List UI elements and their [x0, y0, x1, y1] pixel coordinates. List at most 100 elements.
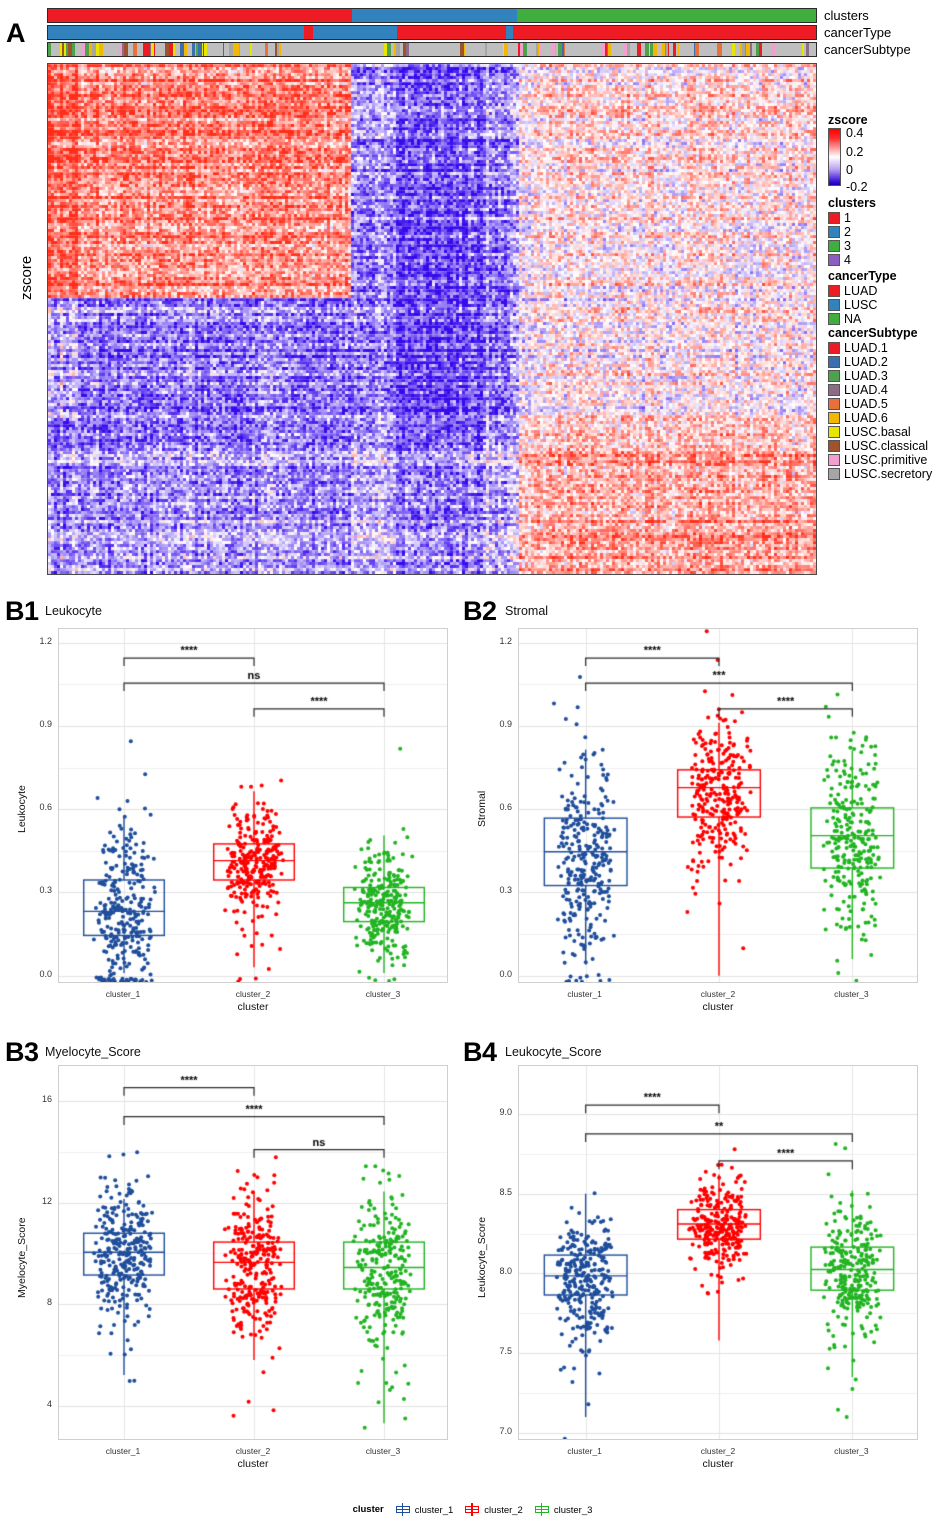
legend-item: LUAD.4	[828, 384, 888, 397]
legend-item: 2	[828, 226, 851, 239]
legend-item: 4	[828, 254, 851, 267]
annotation-segment	[541, 43, 548, 56]
zscore-tick-3: -0.2	[846, 180, 868, 194]
legend-item-label: LUAD.3	[844, 369, 888, 383]
annotation-segment	[487, 43, 497, 56]
legend-item-label: 1	[844, 211, 851, 225]
legend-item: LUSC	[828, 299, 877, 312]
legend-item: LUSC.basal	[828, 426, 911, 439]
legend-swatch	[828, 342, 840, 354]
annotation-segment	[775, 43, 782, 56]
annotation-segment	[48, 9, 353, 22]
heatmap-y-axis-label: zscore	[18, 255, 35, 300]
legend-item-label: LUSC.primitive	[844, 453, 928, 467]
annotation-segment	[809, 43, 816, 56]
legend-swatch	[828, 384, 840, 396]
annotation-segment	[444, 43, 452, 56]
legend-item: LUAD	[828, 285, 877, 298]
x-axis-tick: cluster_2	[235, 1446, 271, 1456]
annotation-label-cancertype: cancerType	[824, 25, 892, 40]
y-axis-tick: 0.3	[39, 885, 52, 896]
legend-item: NA	[828, 313, 861, 326]
x-axis-tick: cluster_3	[365, 1446, 401, 1456]
annotation-segment	[683, 43, 692, 56]
annotation-track-cancersubtype	[47, 42, 817, 57]
annotation-segment	[268, 43, 275, 56]
legend-item-label: LUSC.basal	[844, 425, 911, 439]
annotation-segment	[333, 43, 343, 56]
legend-swatch	[828, 254, 840, 266]
y-axis-tick: 16	[41, 1094, 52, 1105]
y-axis-tick: 9.0	[499, 1106, 512, 1117]
y-axis-tick: 1.2	[499, 635, 512, 646]
legend-item-label: LUAD.6	[844, 411, 888, 425]
bottom-legend-key	[394, 1503, 412, 1516]
panel-b3-letter: B3	[5, 1037, 39, 1067]
annotation-segment	[527, 43, 536, 56]
annotation-segment	[207, 43, 216, 56]
annotation-track-cancertype	[47, 25, 817, 40]
annotation-segment	[568, 43, 577, 56]
annotation-segment	[356, 43, 364, 56]
y-axis-tick: 7.5	[499, 1346, 512, 1357]
legend-swatch	[828, 454, 840, 466]
annotation-segment	[517, 9, 816, 22]
legend-item: LUAD.1	[828, 342, 888, 355]
legend-item-label: LUSC.classical	[844, 439, 929, 453]
boxplot-canvas	[59, 1066, 447, 1439]
y-axis-tick: 8	[46, 1297, 52, 1308]
legend-swatch	[828, 313, 840, 325]
x-axis-tick: cluster_3	[834, 1446, 869, 1456]
legend-swatch	[828, 356, 840, 368]
legend-item-label: LUAD	[844, 284, 878, 298]
annotation-segment	[699, 43, 706, 56]
annotation-segment	[611, 43, 618, 56]
annotation-segment	[343, 43, 352, 56]
legend-item: LUAD.3	[828, 370, 888, 383]
annotation-segment	[397, 26, 507, 39]
legend-item-label: NA	[844, 312, 862, 326]
bottom-legend-item: cluster_2	[463, 1503, 523, 1516]
annotation-segment	[506, 26, 514, 39]
plot-area	[518, 628, 918, 983]
legend-swatch	[828, 370, 840, 382]
y-axis-tick: 0.9	[39, 719, 52, 730]
y-axis-tick: 0.0	[499, 968, 512, 979]
legend-item-label: 4	[844, 253, 851, 267]
x-axis-tick: cluster_2	[700, 1446, 736, 1456]
legend-swatch	[828, 468, 840, 480]
annotation-segment	[473, 43, 480, 56]
panel-a-letter: A	[6, 18, 26, 48]
annotation-segment	[252, 43, 259, 56]
legend-swatch	[828, 226, 840, 238]
annotation-segment	[424, 43, 432, 56]
annotation-segment	[293, 43, 300, 56]
x-axis-tick: cluster_1	[105, 989, 141, 999]
annotation-segment	[242, 43, 250, 56]
legend-item-label: LUAD.2	[844, 355, 888, 369]
legend-item: LUAD.2	[828, 356, 888, 369]
x-axis-tick: cluster_3	[365, 989, 401, 999]
x-axis-tick: cluster_2	[700, 989, 736, 999]
x-axis-label: cluster	[702, 1001, 734, 1013]
annotation-segment	[303, 26, 313, 39]
plot-area	[58, 628, 448, 983]
legend-item: 3	[828, 240, 851, 253]
y-axis-tick: 4	[46, 1398, 52, 1409]
annotation-segment	[286, 43, 293, 56]
annotation-segment	[577, 43, 586, 56]
zscore-colorbar	[828, 128, 841, 186]
legend-swatch	[828, 240, 840, 252]
legend-title-zscore: zscore	[828, 113, 868, 127]
legend-swatch	[828, 212, 840, 224]
annotation-segment	[591, 43, 601, 56]
annotation-segment	[312, 26, 398, 39]
panel-title: Stromal	[505, 604, 549, 618]
zscore-tick-2: 0	[846, 163, 853, 177]
legend-item: LUAD.5	[828, 398, 888, 411]
x-axis-tick: cluster_2	[235, 989, 271, 999]
bottom-legend: cluster cluster_1 cluster_2 cluster_3	[0, 1503, 945, 1516]
bottom-legend-label: cluster_2	[484, 1505, 523, 1516]
legend-title-clusters: clusters	[828, 196, 876, 210]
legend-item-label: 3	[844, 239, 851, 253]
